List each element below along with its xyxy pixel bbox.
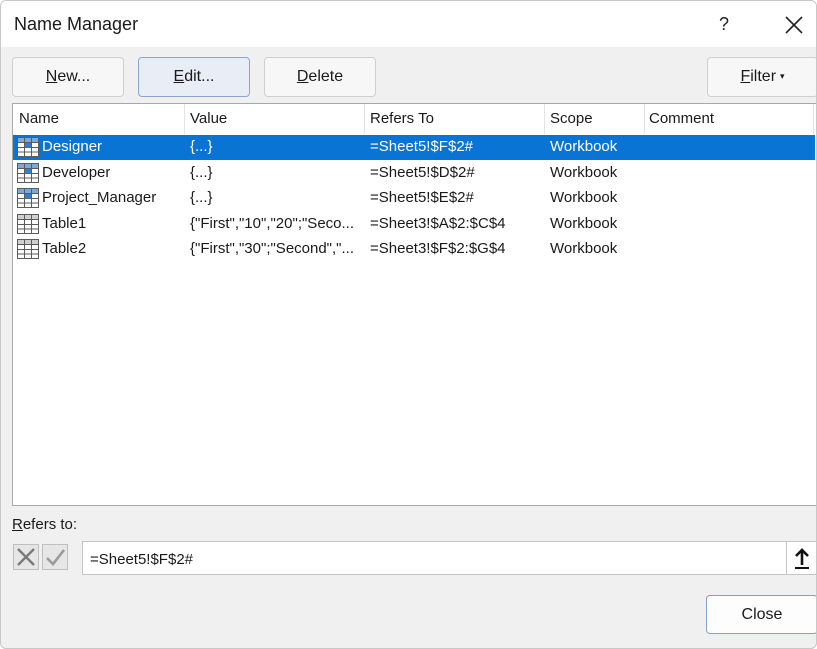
row-value: {"First","30";"Second","... bbox=[190, 240, 355, 257]
row-scope: Workbook bbox=[550, 240, 618, 257]
table-icon bbox=[17, 239, 39, 259]
new-accelerator: N bbox=[45, 68, 58, 85]
refers-to-input[interactable]: =Sheet5!$F$2# bbox=[82, 541, 787, 575]
column-header-value[interactable]: Value bbox=[190, 110, 227, 127]
row-scope: Workbook bbox=[550, 164, 618, 181]
row-refers-to: =Sheet3!$F$2:$G$4 bbox=[370, 240, 506, 257]
list-item[interactable]: Table2 {"First","30";"Second","... =Shee… bbox=[13, 237, 815, 262]
row-value: {"First","10","20";"Seco... bbox=[190, 215, 355, 232]
row-refers-to: =Sheet5!$E$2# bbox=[370, 189, 474, 206]
column-header-comment[interactable]: Comment bbox=[649, 110, 714, 127]
list-item[interactable]: Designer {...} =Sheet5!$F$2# Workbook bbox=[13, 135, 815, 160]
column-header-refers-to[interactable]: Refers To bbox=[370, 110, 434, 127]
refers-to-accelerator: R bbox=[12, 516, 23, 533]
row-value: {...} bbox=[190, 164, 213, 181]
edit-label: dit... bbox=[184, 68, 215, 85]
row-scope: Workbook bbox=[550, 215, 618, 232]
edit-accelerator: E bbox=[173, 68, 185, 85]
column-divider[interactable] bbox=[813, 104, 814, 134]
row-scope: Workbook bbox=[550, 138, 618, 155]
row-name: Designer bbox=[42, 138, 103, 155]
refers-to-label: Refers to: bbox=[12, 516, 77, 533]
confirm-edit-icon[interactable] bbox=[42, 544, 68, 570]
dialog-title: Name Manager bbox=[14, 14, 139, 34]
edit-button[interactable]: Edit... bbox=[138, 57, 250, 97]
delete-accelerator: D bbox=[296, 68, 309, 85]
close-icon[interactable] bbox=[779, 10, 809, 40]
delete-button[interactable]: Delete bbox=[264, 57, 376, 97]
named-range-icon bbox=[17, 137, 39, 157]
name-manager-dialog: Name Manager ? New... Edit... Delete Fil… bbox=[0, 0, 817, 649]
column-divider[interactable] bbox=[644, 104, 645, 134]
row-name: Table1 bbox=[42, 215, 87, 232]
named-range-icon bbox=[17, 163, 39, 183]
row-name: Project_Manager bbox=[42, 189, 157, 206]
column-divider[interactable] bbox=[544, 104, 545, 134]
new-label: ew... bbox=[57, 68, 91, 85]
filter-label: ilter bbox=[750, 68, 777, 85]
named-range-icon bbox=[17, 188, 39, 208]
delete-label: elete bbox=[308, 68, 344, 85]
column-header-scope[interactable]: Scope bbox=[550, 110, 593, 127]
row-refers-to: =Sheet5!$F$2# bbox=[370, 138, 474, 155]
row-value: {...} bbox=[190, 189, 213, 206]
row-scope: Workbook bbox=[550, 189, 618, 206]
filter-accelerator: F bbox=[740, 68, 751, 85]
names-list[interactable]: Name Value Refers To Scope Comment Desig… bbox=[12, 103, 816, 506]
collapse-dialog-button[interactable] bbox=[786, 541, 816, 575]
row-refers-to: =Sheet3!$A$2:$C$4 bbox=[370, 215, 506, 232]
filter-button[interactable]: Filter ▾ bbox=[707, 57, 816, 97]
row-name: Developer bbox=[42, 164, 111, 181]
list-item[interactable]: Table1 {"First","10","20";"Seco... =Shee… bbox=[13, 212, 815, 237]
cancel-edit-icon[interactable] bbox=[13, 544, 39, 570]
title-bar: Name Manager ? bbox=[1, 1, 816, 47]
help-button[interactable]: ? bbox=[709, 9, 739, 39]
up-arrow-icon bbox=[795, 548, 809, 569]
column-header-name[interactable]: Name bbox=[19, 110, 59, 127]
close-button[interactable]: Close bbox=[706, 595, 816, 634]
row-value: {...} bbox=[190, 138, 213, 155]
list-item[interactable]: Developer {...} =Sheet5!$D$2# Workbook bbox=[13, 161, 815, 186]
new-button[interactable]: New... bbox=[12, 57, 124, 97]
column-divider[interactable] bbox=[364, 104, 365, 134]
filter-caret-icon: ▾ bbox=[780, 70, 785, 81]
column-divider[interactable] bbox=[184, 104, 185, 134]
table-icon bbox=[17, 214, 39, 234]
list-header: Name Value Refers To Scope Comment bbox=[13, 104, 816, 134]
row-refers-to: =Sheet5!$D$2# bbox=[370, 164, 475, 181]
row-name: Table2 bbox=[42, 240, 87, 257]
refers-to-label-text: efers to: bbox=[22, 516, 78, 533]
list-item[interactable]: Project_Manager {...} =Sheet5!$E$2# Work… bbox=[13, 186, 815, 211]
